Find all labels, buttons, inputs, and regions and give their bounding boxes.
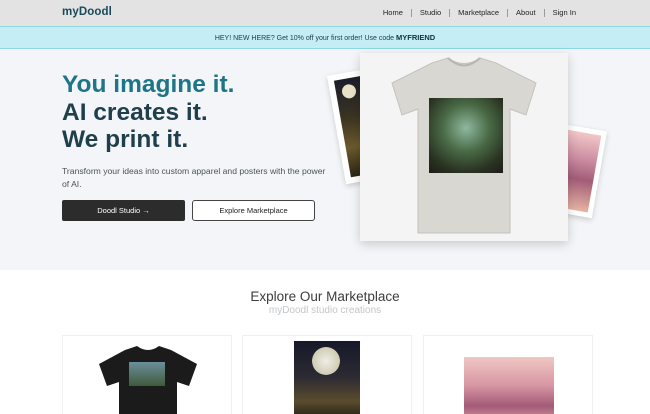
headline-line-1: You imagine it. xyxy=(62,71,235,98)
headline-line-3: We print it. xyxy=(62,126,189,153)
marketplace-subtitle: myDoodl studio creations xyxy=(268,305,382,316)
marketplace-title: Explore Our Marketplace xyxy=(250,289,400,304)
hero-subtext: Transform your ideas into custom apparel… xyxy=(62,166,326,189)
top-navbar: myDoodl Home Studio Marketplace About Si… xyxy=(0,0,650,26)
hero-product-collage xyxy=(320,49,620,270)
black-tee-artwork xyxy=(129,362,165,386)
hero-section: You imagine it. AI creates it. We print … xyxy=(0,49,650,270)
nav-about[interactable]: About xyxy=(508,8,544,17)
doodl-studio-button[interactable]: Doodl Studio → xyxy=(62,200,185,221)
moonlit-tower-poster-image xyxy=(294,341,360,414)
nav-sign-in[interactable]: Sign In xyxy=(545,8,584,17)
headline-line-2: AI creates it. xyxy=(62,98,208,126)
product-card-black-tee[interactable] xyxy=(62,335,232,414)
tshirt-print-artwork xyxy=(429,98,503,173)
main-nav: Home Studio Marketplace About Sign In xyxy=(375,8,584,17)
product-card-poster[interactable] xyxy=(242,335,412,414)
brand-logo[interactable]: myDoodl xyxy=(62,6,112,18)
tshirt-preview-card xyxy=(360,53,568,241)
promo-text: HEY! NEW HERE? Get 10% off your first or… xyxy=(214,35,396,42)
nav-home[interactable]: Home xyxy=(375,8,411,17)
nav-marketplace[interactable]: Marketplace xyxy=(450,8,507,17)
pink-landscape-print-image xyxy=(464,357,554,414)
promo-code: MYFRIEND xyxy=(396,33,436,42)
promo-banner: HEY! NEW HERE? Get 10% off your first or… xyxy=(0,26,650,49)
hero-headline: You imagine it. AI creates it. We print … xyxy=(62,71,234,154)
product-card-landscape-print[interactable] xyxy=(423,335,593,414)
marketplace-section: Explore Our Marketplace myDoodl studio c… xyxy=(0,270,650,414)
nav-studio[interactable]: Studio xyxy=(412,8,449,17)
explore-marketplace-button[interactable]: Explore Marketplace xyxy=(192,200,315,221)
